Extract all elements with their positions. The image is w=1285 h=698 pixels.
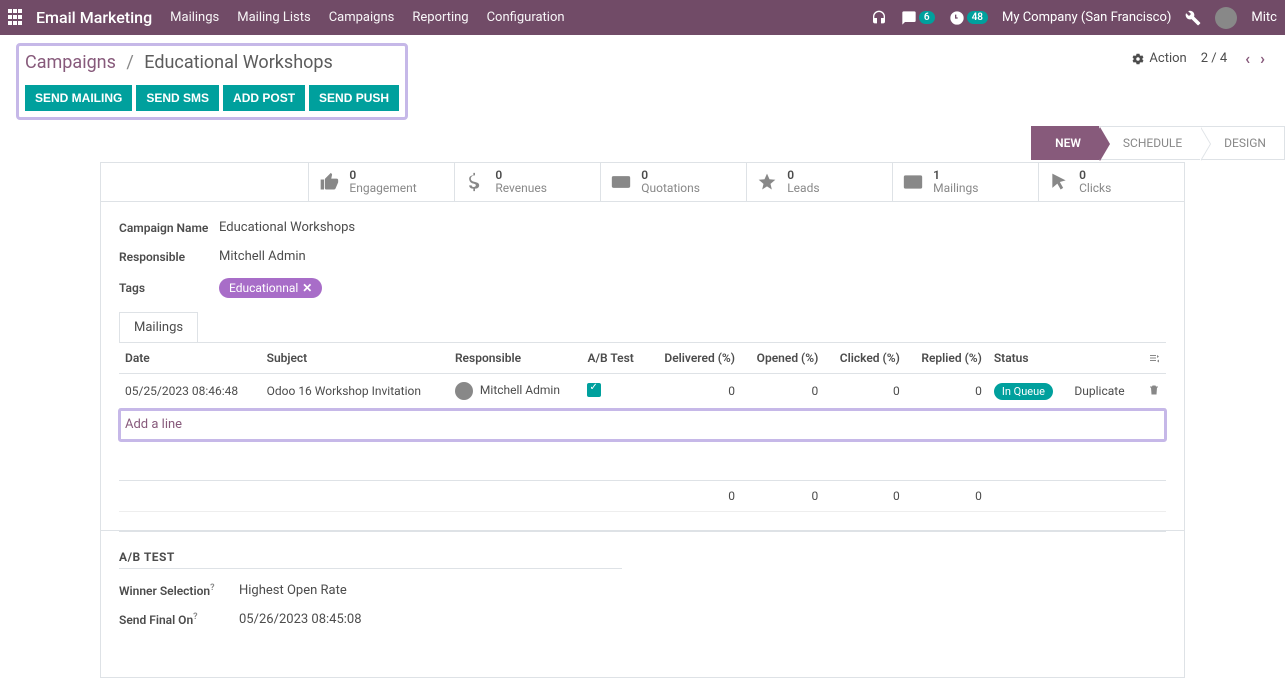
pager-prev[interactable]: ‹: [1241, 47, 1254, 70]
metric-engagement[interactable]: 0Engagement: [309, 163, 455, 201]
tags-label: Tags: [119, 281, 219, 295]
ab-test-section: A/B TEST Winner Selection? Highest Open …: [119, 531, 1166, 659]
avatar-icon: [455, 382, 473, 400]
cell-clicked: 0: [824, 374, 905, 409]
activities-icon[interactable]: 48: [949, 10, 988, 26]
tags-value[interactable]: Educationnal ✕: [219, 278, 322, 298]
send-final-label: Send Final On?: [119, 612, 239, 627]
cell-opened: 0: [741, 374, 824, 409]
responsible-value[interactable]: Mitchell Admin: [219, 249, 306, 264]
support-icon[interactable]: [871, 10, 887, 26]
metric-leads[interactable]: 0Leads: [747, 163, 893, 201]
cell-action: Duplicate: [1068, 374, 1138, 409]
envelope-icon: [903, 172, 923, 192]
app-brand[interactable]: Email Marketing: [36, 8, 152, 27]
cell-subject: Odoo 16 Workshop Invitation: [261, 374, 449, 409]
action-dropdown[interactable]: Action: [1131, 51, 1186, 66]
trash-icon[interactable]: [1148, 384, 1160, 396]
activities-badge: 48: [967, 11, 988, 24]
dollar-icon: [465, 172, 485, 192]
th-subject[interactable]: Subject: [261, 343, 449, 374]
metric-revenues[interactable]: 0Revenues: [455, 163, 601, 201]
tag-remove-icon[interactable]: ✕: [302, 281, 312, 295]
winner-selection-value[interactable]: Highest Open Rate: [239, 583, 347, 598]
th-clicked[interactable]: Clicked (%): [824, 343, 905, 374]
send-push-button[interactable]: SEND PUSH: [309, 85, 399, 111]
th-delivered[interactable]: Delivered (%): [648, 343, 741, 374]
nav-mailing-lists[interactable]: Mailing Lists: [237, 10, 310, 25]
ab-test-title: A/B TEST: [119, 550, 622, 569]
send-sms-button[interactable]: SEND SMS: [136, 85, 219, 111]
th-abtest[interactable]: A/B Test: [581, 343, 647, 374]
winner-selection-label: Winner Selection?: [119, 583, 239, 598]
breadcrumb: Campaigns / Educational Workshops: [25, 52, 399, 73]
campaign-name-label: Campaign Name: [119, 221, 219, 235]
nav-mailings[interactable]: Mailings: [170, 10, 219, 25]
help-icon[interactable]: ?: [210, 583, 214, 593]
money-icon: [611, 172, 631, 192]
send-mailing-button[interactable]: SEND MAILING: [25, 85, 132, 111]
nav-configuration[interactable]: Configuration: [487, 10, 565, 25]
cell-delivered: 0: [648, 374, 741, 409]
th-status[interactable]: Status: [988, 343, 1069, 374]
metric-quotations[interactable]: 0Quotations: [601, 163, 747, 201]
company-selector[interactable]: My Company (San Francisco): [1002, 10, 1171, 25]
nav-campaigns[interactable]: Campaigns: [329, 10, 395, 25]
table-row[interactable]: 05/25/2023 08:46:48 Odoo 16 Workshop Inv…: [119, 374, 1166, 409]
cell-replied: 0: [906, 374, 988, 409]
tab-mailings[interactable]: Mailings: [119, 312, 198, 342]
pipeline-new[interactable]: NEW: [1031, 126, 1099, 160]
cell-date: 05/25/2023 08:46:48: [119, 374, 261, 409]
add-line-row[interactable]: Add a line: [119, 409, 1166, 441]
nav-reporting[interactable]: Reporting: [412, 10, 468, 25]
pager-next[interactable]: ›: [1256, 47, 1269, 70]
metrics-row: 0Engagement 0Revenues 0Quotations 0Leads…: [100, 162, 1185, 202]
cell-status: In Queue: [988, 374, 1069, 409]
th-responsible[interactable]: Responsible: [449, 343, 582, 374]
help-icon[interactable]: ?: [193, 612, 197, 622]
responsible-label: Responsible: [119, 250, 219, 264]
send-final-value[interactable]: 05/26/2023 08:45:08: [239, 612, 362, 627]
th-opened[interactable]: Opened (%): [741, 343, 824, 374]
th-date[interactable]: Date: [119, 343, 261, 374]
user-avatar-icon[interactable]: [1215, 7, 1237, 29]
totals-row: 0 0 0 0: [119, 481, 1166, 512]
thumbs-up-icon: [319, 172, 339, 192]
metric-clicks[interactable]: 0Clicks: [1039, 163, 1185, 201]
pipeline-design[interactable]: DESIGN: [1200, 126, 1285, 160]
tag-educationnal[interactable]: Educationnal ✕: [219, 278, 322, 298]
metric-mailings[interactable]: 1Mailings: [893, 163, 1039, 201]
messages-icon[interactable]: 6: [901, 10, 935, 26]
duplicate-button[interactable]: Duplicate: [1074, 384, 1124, 398]
top-navbar: Email Marketing Mailings Mailing Lists C…: [0, 0, 1285, 35]
status-pipeline: NEW SCHEDULE DESIGN: [1031, 126, 1285, 160]
th-replied[interactable]: Replied (%): [906, 343, 988, 374]
cell-responsible: Mitchell Admin: [449, 374, 582, 409]
gear-icon: [1131, 52, 1145, 66]
add-line-link[interactable]: Add a line: [125, 417, 182, 432]
star-icon: [757, 172, 777, 192]
check-icon: [587, 383, 601, 397]
pipeline-schedule[interactable]: SCHEDULE: [1099, 126, 1200, 160]
record-pager: 2 / 4: [1201, 51, 1227, 66]
cell-ab: [581, 374, 647, 409]
user-name-short[interactable]: Mitc: [1251, 10, 1277, 25]
messages-badge: 6: [919, 11, 935, 24]
metric-blank: [101, 163, 309, 201]
columns-options-icon[interactable]: [1148, 352, 1160, 364]
apps-icon[interactable]: [8, 9, 26, 27]
add-post-button[interactable]: ADD POST: [223, 85, 305, 111]
debug-icon[interactable]: [1185, 10, 1201, 26]
cursor-icon: [1049, 172, 1069, 192]
breadcrumb-parent[interactable]: Campaigns: [25, 52, 116, 73]
breadcrumb-current: Educational Workshops: [144, 52, 333, 73]
mailings-table: Date Subject Responsible A/B Test Delive…: [119, 343, 1166, 512]
header-area: Campaigns / Educational Workshops SEND M…: [0, 35, 1285, 128]
campaign-name-value[interactable]: Educational Workshops: [219, 220, 355, 235]
